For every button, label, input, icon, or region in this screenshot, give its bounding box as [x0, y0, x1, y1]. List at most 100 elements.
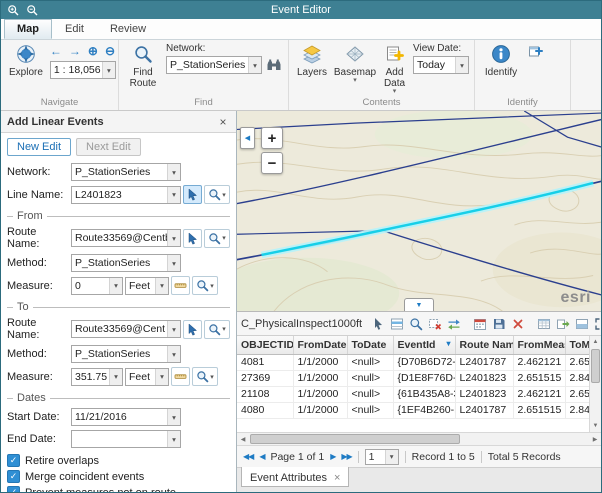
select-from-route-on-map-button[interactable]	[183, 229, 202, 248]
caret-down-icon: ▾	[102, 62, 115, 78]
next-edit-button: Next Edit	[76, 138, 141, 156]
scroll-down-icon[interactable]: ▼	[590, 420, 601, 432]
find-route-button[interactable]: Find Route	[124, 42, 162, 91]
delete-icon[interactable]	[510, 315, 526, 333]
event-layer-title: C_PhysicalInspect1000ft	[241, 318, 362, 330]
previous-extent-icon[interactable]: ←	[50, 45, 62, 57]
selection-options-icon[interactable]	[370, 315, 386, 333]
map-canvas[interactable]: ◀ + − ▼ esri	[237, 111, 601, 312]
grid-icon[interactable]	[536, 315, 552, 333]
scroll-up-icon[interactable]: ▲	[590, 336, 601, 348]
from-measure-on-map-button[interactable]	[171, 276, 190, 295]
tab-event-attributes[interactable]: Event Attributes ×	[241, 467, 349, 487]
zoom-out-magnifier-icon[interactable]	[25, 3, 39, 17]
layers-icon	[302, 44, 322, 67]
title-bar: Event Editor	[1, 1, 601, 19]
network-select[interactable]: P_StationSeries ▾	[166, 56, 262, 74]
close-icon[interactable]: ×	[216, 115, 230, 129]
next-page-icon[interactable]: ▶	[330, 452, 335, 461]
identify-window-icon[interactable]	[526, 42, 544, 60]
to-method-select[interactable]: P_StationSeries ▾	[71, 345, 181, 363]
zoom-out-icon[interactable]: ⊖	[105, 45, 115, 57]
total-records-text: Total 5 Records	[488, 451, 561, 463]
column-header-frommeasure[interactable]: FromMeasure	[513, 336, 565, 354]
attribute-table-toolbar: C_PhysicalInspect1000ft	[237, 312, 601, 336]
save-icon[interactable]	[491, 315, 507, 333]
explore-button[interactable]: Explore	[6, 42, 46, 80]
checkbox-merge-coincident-events[interactable]: ✓ Merge coincident events	[7, 470, 230, 483]
table-vertical-scrollbar[interactable]: ▲ ▼	[589, 336, 601, 432]
add-data-button[interactable]: Add Data ▾	[380, 42, 409, 97]
zoom-in-icon[interactable]: ⊕	[88, 45, 98, 57]
start-date-input[interactable]: 11/21/2016 ▾	[71, 408, 181, 426]
table-horizontal-scrollbar[interactable]: ◀ ▶	[237, 433, 601, 446]
from-measure-unit-select[interactable]: Feet ▾	[125, 277, 169, 295]
column-header-route-name[interactable]: Route Name	[455, 336, 513, 354]
dock-icon[interactable]	[574, 315, 590, 333]
tab-review[interactable]: Review	[97, 19, 159, 39]
to-measure-input[interactable]: 351.75 ▾	[71, 368, 123, 386]
network-field-select[interactable]: P_StationSeries ▾	[71, 163, 181, 181]
zoom-to-to-route-button[interactable]: ▾	[204, 320, 230, 339]
to-route-name-select[interactable]: Route33569@Cent ▾	[71, 320, 181, 338]
map-zoom-out-button[interactable]: −	[261, 152, 283, 174]
export-icon[interactable]	[555, 315, 571, 333]
checkbox-prevent-measures-not-on-route[interactable]: ✓ Prevent measures not on route	[7, 486, 230, 492]
map-zoom-in-button[interactable]: +	[261, 127, 283, 149]
tab-map[interactable]: Map	[4, 19, 52, 39]
map-scale-input[interactable]: 1 : 18,056 ▾	[50, 61, 116, 79]
zoom-in-magnifier-icon[interactable]	[6, 3, 20, 17]
from-method-select[interactable]: P_StationSeries ▾	[71, 254, 181, 272]
column-header-todate[interactable]: ToDate	[347, 336, 393, 354]
end-date-input[interactable]: ▾	[71, 430, 181, 448]
scroll-left-icon[interactable]: ◀	[237, 433, 249, 445]
view-date-icon[interactable]	[472, 315, 488, 333]
column-header-eventid[interactable]: EventId▾	[393, 336, 455, 354]
to-measure-unit-select[interactable]: Feet ▾	[125, 368, 169, 386]
from-route-name-select[interactable]: Route33569@Centb ▾	[71, 229, 181, 247]
first-page-icon[interactable]: ◀◀	[243, 452, 253, 461]
page-number-select[interactable]: 1 ▾	[365, 449, 399, 465]
binoculars-icon[interactable]	[265, 56, 283, 74]
caret-down-icon: ▾	[167, 187, 180, 203]
tab-edit[interactable]: Edit	[52, 19, 97, 39]
zoom-to-line-button[interactable]: ▾	[204, 185, 230, 204]
previous-page-icon[interactable]: ◀	[259, 452, 264, 461]
expand-icon[interactable]	[593, 315, 602, 333]
next-extent-icon[interactable]: →	[69, 45, 81, 57]
to-measure-on-map-button[interactable]	[171, 367, 190, 386]
zoom-to-to-measure-button[interactable]: ▾	[192, 367, 218, 386]
from-measure-input[interactable]: 0 ▾	[71, 277, 123, 295]
table-row[interactable]: 211081/1/2000<null>{61B435A8-3L24018232.…	[237, 386, 601, 402]
last-page-icon[interactable]: ▶▶	[341, 452, 351, 461]
select-line-on-map-button[interactable]	[183, 185, 202, 204]
scroll-right-icon[interactable]: ▶	[589, 433, 601, 445]
basemap-button[interactable]: Basemap ▾	[334, 42, 376, 86]
table-row[interactable]: 40801/1/2000<null>{1EF4B260-FL24017872.6…	[237, 402, 601, 418]
show-selected-icon[interactable]	[389, 315, 405, 333]
switch-selection-icon[interactable]	[446, 315, 462, 333]
column-header-objectid[interactable]: OBJECTID	[237, 336, 293, 354]
view-date-select[interactable]: Today ▾	[413, 56, 469, 74]
layers-button[interactable]: Layers	[294, 42, 330, 80]
line-name-select[interactable]: L2401823 ▾	[71, 186, 181, 204]
zoom-to-selection-icon[interactable]	[408, 315, 424, 333]
ribbon-filler	[571, 40, 601, 110]
close-icon[interactable]: ×	[334, 472, 340, 484]
vertical-scrollbar-thumb[interactable]	[591, 349, 600, 383]
caret-down-icon: ▾	[210, 282, 214, 290]
clear-selection-icon[interactable]	[427, 315, 443, 333]
select-to-route-on-map-button[interactable]	[183, 320, 202, 339]
identify-button[interactable]: Identify	[480, 42, 522, 80]
zoom-to-from-route-button[interactable]: ▾	[204, 229, 230, 248]
collapse-panel-button[interactable]: ◀	[240, 127, 255, 149]
horizontal-scrollbar-thumb[interactable]	[250, 434, 460, 444]
sort-caret-icon[interactable]: ▾	[446, 339, 450, 348]
table-row[interactable]: 40811/1/2000<null>{D70B6D72-3L24017872.4…	[237, 354, 601, 370]
checkbox-retire-overlaps[interactable]: ✓ Retire overlaps	[7, 454, 230, 467]
table-row[interactable]: 273691/1/2000<null>{D1E8F76D-FL24018232.…	[237, 370, 601, 386]
new-edit-button[interactable]: New Edit	[7, 138, 71, 156]
zoom-to-from-measure-button[interactable]: ▾	[192, 276, 218, 295]
table-collapse-button[interactable]: ▼	[404, 298, 434, 311]
column-header-fromdate[interactable]: FromDate	[293, 336, 347, 354]
